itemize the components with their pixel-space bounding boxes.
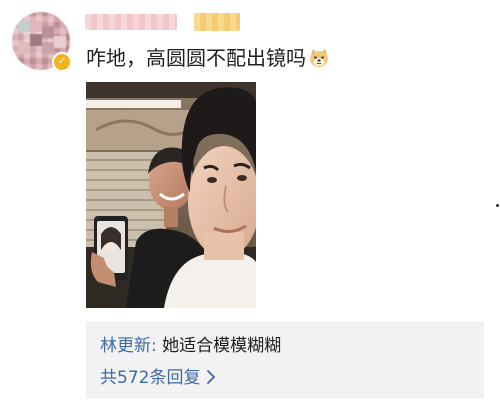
post-photo[interactable] [86, 82, 256, 308]
comment-username[interactable]: 林更新 [100, 336, 151, 356]
side-dot [496, 204, 499, 207]
comment-line: 林更新: 她适合模模糊糊 [100, 334, 281, 358]
post-text-content: 咋地，高圆圆不配出镜吗 [86, 46, 306, 70]
replies-count-label[interactable]: 共572条回复 [100, 368, 200, 388]
comment-preview[interactable]: 林更新: 她适合模模糊糊 共572条回复 [86, 322, 484, 398]
weibo-post: ✓ 咋地，高圆圆不配出镜吗 林更新: 她适合模模糊糊 共572条回复 [0, 0, 500, 416]
post-photo-image [86, 82, 256, 308]
chevron-right-icon [207, 370, 216, 384]
view-replies-link[interactable]: 共572条回复 [100, 366, 216, 390]
doge-emoji-icon [310, 49, 328, 67]
member-badge-blurred [194, 13, 240, 31]
verified-badge-icon: ✓ [52, 52, 72, 72]
post-text: 咋地，高圆圆不配出镜吗 [86, 44, 330, 72]
comment-separator: : [151, 336, 163, 356]
comment-text: 她适合模模糊糊 [162, 336, 282, 356]
author-name-blurred[interactable] [85, 14, 177, 30]
